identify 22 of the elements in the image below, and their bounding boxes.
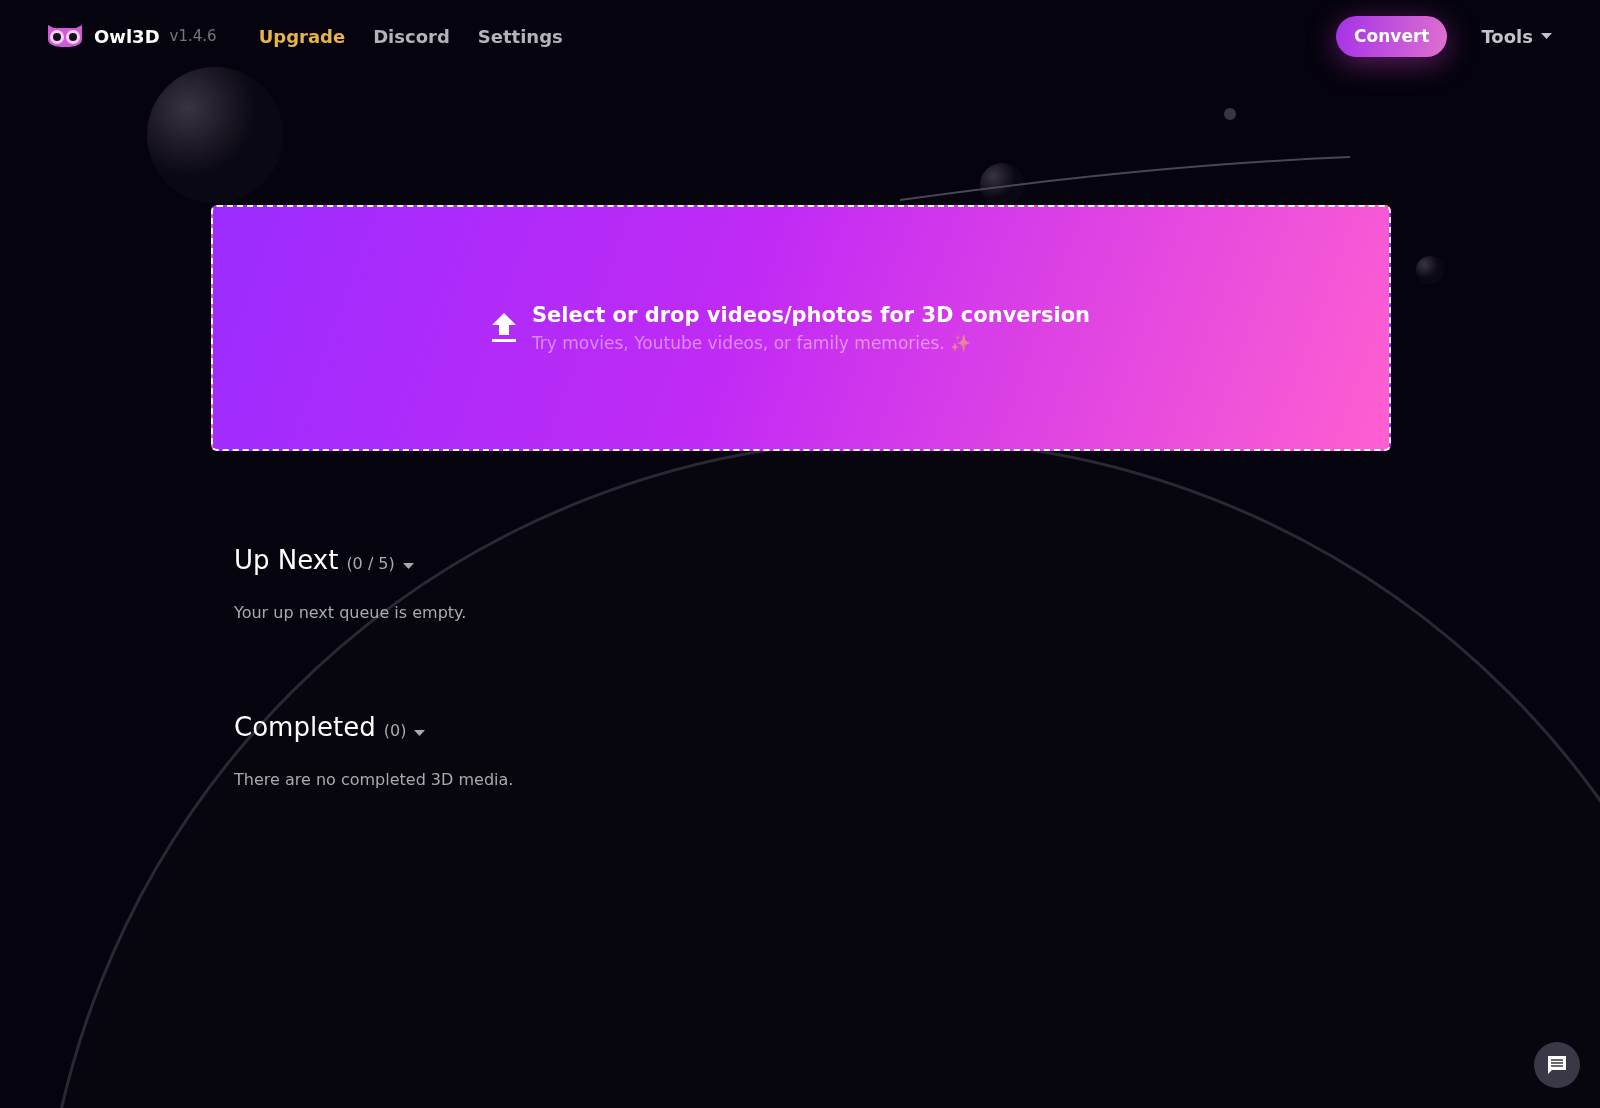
nav-link[interactable]: Discord <box>373 25 450 47</box>
app-version: v1.4.6 <box>169 27 217 45</box>
app-name: Owl3D <box>94 25 160 47</box>
dropzone-subtitle: Try movies, Youtube videos, or family memories. ✨ <box>531 333 973 353</box>
section-count: (0) <box>383 721 407 740</box>
caret-icon <box>1541 33 1552 39</box>
section-title: Completed <box>234 712 376 742</box>
tools-menu-button[interactable]: Tools <box>1475 24 1558 48</box>
upload-dropzone[interactable]: Select or drop videos/photos for 3D conversion Try movies, Youtube videos, or family memories. ✨ <box>211 205 1391 451</box>
empty-message: There are no completed 3D media. <box>234 770 515 789</box>
upload-icon <box>491 313 516 343</box>
convert-button[interactable]: Convert <box>1336 15 1448 57</box>
section-title: Up Next <box>234 545 339 575</box>
section-count: (0 / 5) <box>346 554 395 573</box>
nav-link[interactable]: Settings <box>477 25 563 47</box>
caret-icon <box>414 730 426 736</box>
empty-message: Your up next queue is empty. <box>234 603 468 622</box>
caret-icon <box>402 563 414 569</box>
chat-icon <box>1547 1055 1567 1075</box>
owl-logo-icon <box>46 23 84 49</box>
nav-link[interactable]: Upgrade <box>258 25 346 47</box>
dropzone-title: Select or drop videos/photos for 3D conversion <box>531 303 1091 327</box>
